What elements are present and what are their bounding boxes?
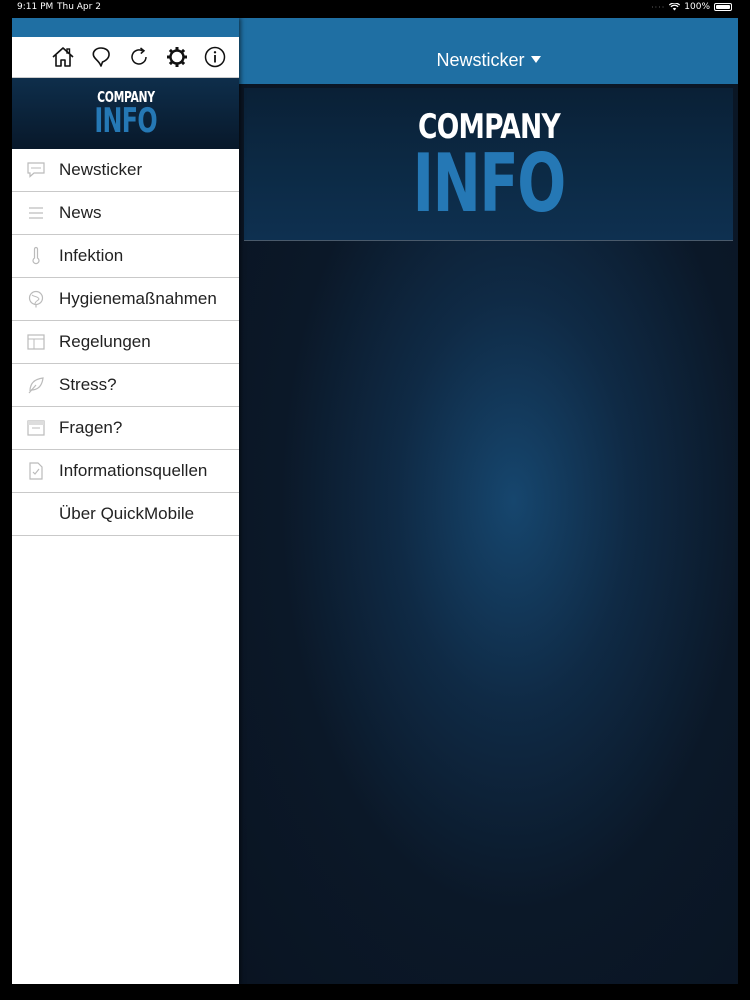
gear-icon	[167, 47, 187, 67]
menu-item-fragen[interactable]: Fragen?	[12, 407, 239, 450]
status-bar: 9:11 PM Thu Apr 2 ···· 100%	[0, 0, 750, 16]
menu-item-label: Informationsquellen	[59, 461, 208, 480]
signal-icon: ····	[651, 2, 666, 12]
menu-item-label: Regelungen	[59, 332, 151, 351]
wifi-icon	[669, 3, 681, 11]
main-pane: Newsticker COMPANY INFO	[239, 18, 738, 984]
drawer-logo-info-text: INFO	[94, 100, 157, 141]
menu-item-label: Infektion	[59, 246, 124, 265]
menu-item-label: News	[59, 203, 102, 222]
logo-info-text: INFO	[412, 137, 566, 230]
leaf-icon	[28, 377, 44, 394]
list-icon	[28, 207, 43, 219]
menu-item-newsticker[interactable]: Newsticker	[12, 149, 239, 192]
info-button[interactable]	[201, 43, 229, 71]
chat-icon	[26, 162, 45, 178]
balloon-icon	[92, 47, 110, 67]
menu-item-news[interactable]: News	[12, 192, 239, 235]
menu-item-label: Stress?	[59, 375, 117, 394]
drawer-toolbar	[12, 37, 239, 78]
dropdown-caret-icon	[530, 56, 541, 63]
status-indicators: ···· 100%	[651, 2, 732, 12]
battery-icon	[714, 3, 732, 11]
home-button[interactable]	[49, 43, 77, 71]
settings-button[interactable]	[163, 43, 191, 71]
info-icon	[204, 46, 226, 68]
menu-item-informationsquellen[interactable]: Informationsquellen	[12, 450, 239, 493]
menu-item-label: Newsticker	[59, 160, 143, 179]
status-date: Thu Apr 2	[57, 2, 101, 12]
main-header[interactable]: Newsticker	[239, 18, 738, 84]
menu-item-ueber-quickmobile[interactable]: Über QuickMobile	[12, 493, 239, 536]
globe-icon	[28, 290, 43, 308]
company-info-banner: COMPANY INFO	[244, 88, 733, 241]
home-icon	[52, 47, 74, 67]
menu-item-stress[interactable]: Stress?	[12, 364, 239, 407]
refresh-icon	[131, 47, 147, 65]
balloon-button[interactable]	[87, 43, 115, 71]
table-icon	[26, 334, 45, 350]
header-title: Newsticker	[436, 50, 525, 70]
document-icon	[28, 462, 43, 480]
navigation-menu: Newsticker News Infektion Hygienemaßnahm…	[12, 149, 239, 536]
drawer-logo: COMPANY INFO	[12, 78, 239, 149]
menu-item-infektion[interactable]: Infektion	[12, 235, 239, 278]
menu-item-regelungen[interactable]: Regelungen	[12, 321, 239, 364]
menu-item-hygienemassnahmen[interactable]: Hygienemaßnahmen	[12, 278, 239, 321]
battery-percentage: 100%	[684, 2, 710, 12]
side-drawer: COMPANY INFO Newsticker News Infektion H…	[12, 18, 239, 984]
calendar-icon	[26, 420, 45, 436]
drawer-top-strip	[12, 18, 239, 37]
thermometer-icon	[31, 246, 40, 265]
menu-item-label: Hygienemaßnahmen	[59, 289, 217, 308]
refresh-button[interactable]	[125, 43, 153, 71]
status-time: 9:11 PM	[17, 2, 54, 12]
menu-item-label: Fragen?	[59, 418, 123, 437]
header-title-dropdown[interactable]: Newsticker	[436, 50, 541, 71]
menu-item-label: Über QuickMobile	[59, 504, 195, 523]
